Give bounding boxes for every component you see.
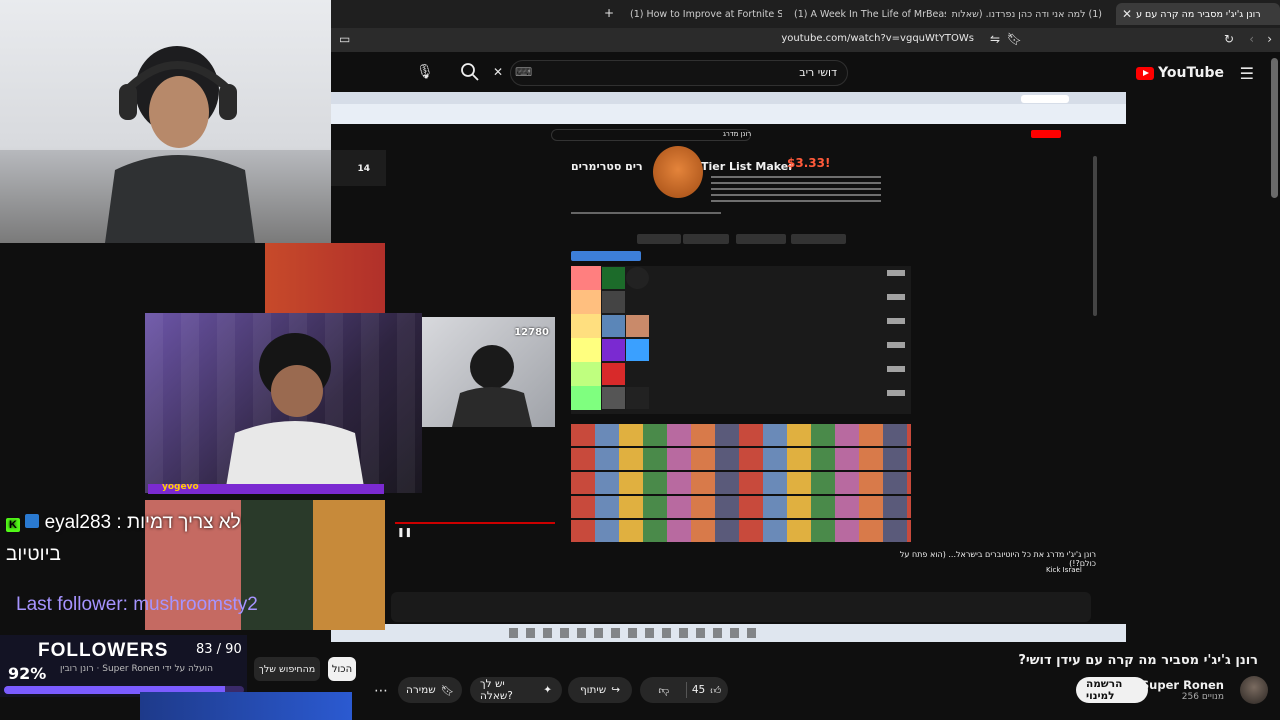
more-actions-icon[interactable]: ⋯	[374, 683, 388, 699]
chat-text: לא צריך דמיות	[126, 512, 241, 533]
streamer-cam-2	[145, 313, 422, 493]
save-icon: 🔖︎	[440, 684, 455, 697]
inner-channel-name: Kick Israel	[1046, 566, 1082, 574]
close-tab-icon[interactable]: ✕	[1122, 7, 1132, 21]
related-title: Super Ronen הועלה על ידי	[102, 664, 214, 674]
channel-name[interactable]: Super Ronen	[1141, 678, 1224, 692]
tab-label: (1) A Week In The Life of MrBeast - Y	[794, 8, 946, 20]
ask-label: יש לך שאלה?	[480, 678, 513, 702]
youtube-logo[interactable]: YouTube	[1136, 65, 1224, 81]
site-settings-icon[interactable]: ⇋	[990, 32, 1000, 46]
streamer-2-person	[225, 333, 365, 493]
recorded-youtube-logo	[1031, 130, 1061, 138]
goal-title: FOLLOWERS	[38, 640, 169, 661]
dislike-icon[interactable]: 👎︎	[647, 684, 681, 697]
tier-title: Tier List Maker	[701, 160, 794, 173]
last-follower: Last follower: mushroomsty2	[16, 594, 258, 615]
chip-from-search[interactable]: מהחיפוש שלך	[254, 657, 320, 681]
tab-current[interactable]: ✕ רונן ג'יג'י מסביר מה קרה עם ע	[1116, 3, 1280, 25]
keyboard-icon[interactable]: ⌨	[515, 65, 532, 79]
related-uploader-line: רונן רובין · Super Ronen הועלה על ידי	[60, 664, 214, 674]
tier-list	[571, 266, 911, 414]
viewer-count: 14	[357, 164, 370, 174]
tab-mrbeast[interactable]: (1) A Week In The Life of MrBeast - Y	[788, 3, 946, 25]
menu-icon[interactable]: ☰	[1240, 64, 1254, 83]
webcam-feed	[0, 0, 331, 243]
save-button[interactable]: שמירה 🔖︎	[398, 677, 462, 703]
ask-button[interactable]: יש לך שאלה? ✦	[470, 677, 562, 703]
save-label: שמירה	[405, 684, 436, 696]
related-sub: רונן רובין	[60, 664, 94, 674]
next-video-thumbnail[interactable]	[140, 692, 352, 720]
like-dislike-group: 👎︎ 45 👍︎	[640, 677, 728, 703]
like-icon[interactable]: 👍︎	[710, 684, 721, 697]
recorded-search-text: רונן מדרג	[723, 130, 752, 138]
sidebar-toggle-icon[interactable]: ▭	[339, 32, 350, 46]
donation-alert-icon	[653, 146, 703, 198]
kick-icon: K	[6, 518, 20, 532]
tab-fortnite[interactable]: (1) How to Improve at Fortnite So Fa	[624, 3, 782, 25]
back-icon[interactable]: ‹	[1249, 32, 1254, 46]
search-icon[interactable]	[459, 61, 481, 83]
bookmark-icon[interactable]: 🔖︎	[1007, 32, 1022, 46]
recorded-taskbar	[331, 624, 1126, 642]
mic-icon[interactable]: 🎙︎	[416, 64, 434, 80]
youtube-play-icon	[1136, 66, 1155, 80]
tab-breakup[interactable]: (1) למה אני ודה כהן נפרדנו. (שאלות	[952, 3, 1112, 25]
tab-label: (1) How to Improve at Fortnite So Fa	[630, 8, 782, 20]
subscriber-count: 256 מנויים	[1181, 692, 1224, 702]
inner-play-icon: ❚❚	[397, 528, 413, 538]
chat-username: eyal283	[44, 512, 112, 533]
streamer-person	[105, 46, 255, 243]
sparkle-icon: ✦	[543, 684, 552, 696]
chat-message: K eyal283 : לא צריך דמיות	[6, 512, 241, 534]
tab-label: (1) למה אני ודה כהן נפרדנו. (שאלות	[952, 8, 1102, 20]
share-button[interactable]: שיתוף ↪	[568, 677, 632, 703]
goal-percent: 92%	[8, 664, 47, 683]
address-bar: ▭ youtube.com/watch?v=vgquWtYTOWs ⇋ 🔖︎ ↻…	[331, 28, 1280, 52]
url-field[interactable]: youtube.com/watch?v=vgquWtYTOWs	[781, 33, 974, 44]
subscribe-button[interactable]: הרשמה למינוי	[1076, 677, 1148, 703]
share-icon: ↪	[611, 684, 621, 696]
viewer-count-box: 14	[331, 150, 386, 186]
badge-icon	[25, 514, 40, 528]
forward-icon[interactable]: ›	[1267, 32, 1272, 46]
page-scrollbar[interactable]	[1271, 58, 1278, 198]
tier-subtitle: רים סטרימרים	[571, 160, 643, 173]
overlay-name-bar: yogevo	[148, 482, 384, 494]
new-tab-icon[interactable]: +	[604, 6, 614, 20]
streamer-3-person	[452, 345, 532, 427]
chat-message-continued: ביוטיוב	[6, 544, 61, 565]
chip-all[interactable]: הכול	[328, 657, 356, 681]
search-input[interactable]: ✕ ⌨ דושי ריב	[493, 60, 848, 86]
clear-search-icon[interactable]: ✕	[493, 65, 503, 79]
like-count: 45	[691, 684, 706, 696]
streamer-cam-3: 12780	[422, 317, 555, 427]
goal-count: 83 / 90	[196, 642, 242, 657]
reload-icon[interactable]: ↻	[1224, 32, 1234, 46]
channel-avatar[interactable]	[1240, 676, 1268, 704]
share-label: שיתוף	[579, 684, 607, 696]
youtube-logo-text: YouTube	[1158, 65, 1224, 81]
recorded-browser-chrome	[331, 92, 1126, 124]
overlay-name: yogevo	[162, 482, 199, 492]
tab-label: רונן ג'יג'י מסביר מה קרה עם ע	[1136, 8, 1261, 20]
donation-amount: $3.33!	[787, 156, 831, 170]
thumbnail-strip	[265, 243, 385, 313]
video-title: רונן ג'יג'י מסביר מה קרה עם עידן דושי?	[1018, 653, 1258, 668]
tier-image-pool	[571, 424, 911, 542]
search-value: דושי ריב	[799, 66, 837, 79]
